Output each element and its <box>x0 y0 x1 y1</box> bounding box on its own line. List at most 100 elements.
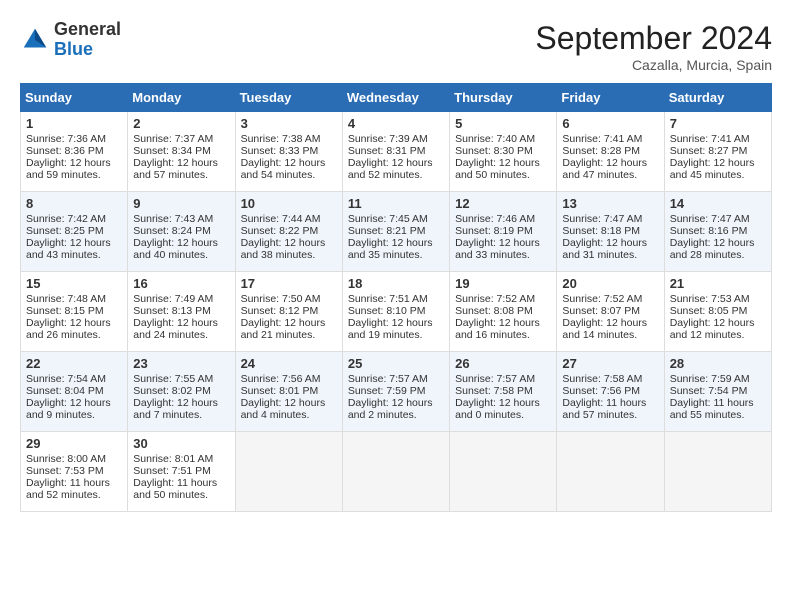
logo-icon <box>20 25 50 55</box>
sunset-text: Sunset: 8:31 PM <box>348 145 444 157</box>
calendar-cell: 7Sunrise: 7:41 AMSunset: 8:27 PMDaylight… <box>664 112 771 192</box>
day-number: 20 <box>562 276 658 291</box>
day-header-tuesday: Tuesday <box>235 84 342 112</box>
daylight-text: Daylight: 12 hours and 19 minutes. <box>348 317 444 341</box>
day-number: 25 <box>348 356 444 371</box>
sunset-text: Sunset: 8:16 PM <box>670 225 766 237</box>
sunrise-text: Sunrise: 7:53 AM <box>670 293 766 305</box>
day-number: 16 <box>133 276 229 291</box>
daylight-text: Daylight: 12 hours and 59 minutes. <box>26 157 122 181</box>
daylight-text: Daylight: 12 hours and 43 minutes. <box>26 237 122 261</box>
day-number: 5 <box>455 116 551 131</box>
daylight-text: Daylight: 12 hours and 26 minutes. <box>26 317 122 341</box>
day-number: 14 <box>670 196 766 211</box>
sunset-text: Sunset: 7:56 PM <box>562 385 658 397</box>
day-number: 23 <box>133 356 229 371</box>
sunset-text: Sunset: 8:27 PM <box>670 145 766 157</box>
calendar-cell: 13 Sunrise: 7:47 AMSunset: 8:18 PMDayligh… <box>557 192 664 272</box>
sunset-text: Sunset: 8:07 PM <box>562 305 658 317</box>
day-number: 29 <box>26 436 122 451</box>
daylight-text: Daylight: 12 hours and 31 minutes. <box>562 237 658 261</box>
week-row-4: 22Sunrise: 7:54 AMSunset: 8:04 PMDayligh… <box>21 352 772 432</box>
sunrise-text: Sunrise: 7:54 AM <box>26 373 122 385</box>
sunrise-text: Sunrise: 7:48 AM <box>26 293 122 305</box>
daylight-text: Daylight: 12 hours and 2 minutes. <box>348 397 444 421</box>
sunset-text: Sunset: 8:15 PM <box>26 305 122 317</box>
calendar-cell: 20Sunrise: 7:52 AMSunset: 8:07 PMDayligh… <box>557 272 664 352</box>
logo-general: General <box>54 20 121 40</box>
day-header-friday: Friday <box>557 84 664 112</box>
daylight-text: Daylight: 12 hours and 45 minutes. <box>670 157 766 181</box>
sunset-text: Sunset: 8:10 PM <box>348 305 444 317</box>
sunrise-text: Sunrise: 7:52 AM <box>455 293 551 305</box>
calendar-cell: 23Sunrise: 7:55 AMSunset: 8:02 PMDayligh… <box>128 352 235 432</box>
day-number: 11 <box>348 196 444 211</box>
location: Cazalla, Murcia, Spain <box>535 57 772 73</box>
day-number: 12 <box>455 196 551 211</box>
calendar-cell: 30Sunrise: 8:01 AMSunset: 7:51 PMDayligh… <box>128 432 235 512</box>
calendar-cell: 2Sunrise: 7:37 AMSunset: 8:34 PMDaylight… <box>128 112 235 192</box>
calendar-cell: 27Sunrise: 7:58 AMSunset: 7:56 PMDayligh… <box>557 352 664 432</box>
calendar-cell: 1Sunrise: 7:36 AMSunset: 8:36 PMDaylight… <box>21 112 128 192</box>
sunset-text: Sunset: 8:22 PM <box>241 225 337 237</box>
sunrise-text: Sunrise: 7:47 AM <box>562 213 658 225</box>
daylight-text: Daylight: 12 hours and 33 minutes. <box>455 237 551 261</box>
day-number: 22 <box>26 356 122 371</box>
calendar-cell: 25Sunrise: 7:57 AMSunset: 7:59 PMDayligh… <box>342 352 449 432</box>
day-number: 4 <box>348 116 444 131</box>
sunset-text: Sunset: 7:59 PM <box>348 385 444 397</box>
sunrise-text: Sunrise: 7:49 AM <box>133 293 229 305</box>
calendar-cell: 24Sunrise: 7:56 AMSunset: 8:01 PMDayligh… <box>235 352 342 432</box>
day-header-sunday: Sunday <box>21 84 128 112</box>
calendar-cell: 4Sunrise: 7:39 AMSunset: 8:31 PMDaylight… <box>342 112 449 192</box>
sunrise-text: Sunrise: 7:38 AM <box>241 133 337 145</box>
calendar-cell: 5Sunrise: 7:40 AMSunset: 8:30 PMDaylight… <box>450 112 557 192</box>
sunrise-text: Sunrise: 7:39 AM <box>348 133 444 145</box>
sunset-text: Sunset: 7:53 PM <box>26 465 122 477</box>
week-row-3: 15Sunrise: 7:48 AMSunset: 8:15 PMDayligh… <box>21 272 772 352</box>
day-number: 17 <box>241 276 337 291</box>
sunrise-text: Sunrise: 7:46 AM <box>455 213 551 225</box>
daylight-text: Daylight: 12 hours and 54 minutes. <box>241 157 337 181</box>
sunrise-text: Sunrise: 7:57 AM <box>455 373 551 385</box>
sunrise-text: Sunrise: 7:51 AM <box>348 293 444 305</box>
daylight-text: Daylight: 12 hours and 4 minutes. <box>241 397 337 421</box>
daylight-text: Daylight: 12 hours and 16 minutes. <box>455 317 551 341</box>
calendar-cell: 28Sunrise: 7:59 AMSunset: 7:54 PMDayligh… <box>664 352 771 432</box>
sunrise-text: Sunrise: 7:44 AM <box>241 213 337 225</box>
sunset-text: Sunset: 8:08 PM <box>455 305 551 317</box>
sunset-text: Sunset: 7:58 PM <box>455 385 551 397</box>
day-number: 19 <box>455 276 551 291</box>
day-number: 10 <box>241 196 337 211</box>
sunrise-text: Sunrise: 7:43 AM <box>133 213 229 225</box>
sunset-text: Sunset: 7:51 PM <box>133 465 229 477</box>
sunset-text: Sunset: 8:13 PM <box>133 305 229 317</box>
sunrise-text: Sunrise: 7:36 AM <box>26 133 122 145</box>
calendar-cell <box>450 432 557 512</box>
sunrise-text: Sunrise: 7:59 AM <box>670 373 766 385</box>
calendar-cell: 15Sunrise: 7:48 AMSunset: 8:15 PMDayligh… <box>21 272 128 352</box>
day-number: 13 <box>562 196 658 211</box>
calendar-cell <box>664 432 771 512</box>
sunset-text: Sunset: 8:05 PM <box>670 305 766 317</box>
daylight-text: Daylight: 12 hours and 9 minutes. <box>26 397 122 421</box>
sunset-text: Sunset: 8:02 PM <box>133 385 229 397</box>
calendar-cell: 12Sunrise: 7:46 AMSunset: 8:19 PMDayligh… <box>450 192 557 272</box>
sunrise-text: Sunrise: 8:01 AM <box>133 453 229 465</box>
calendar-cell: 22 Sunrise: 7:54 AMSunset: 8:04 PMDayligh… <box>21 352 128 432</box>
calendar-cell: 26Sunrise: 7:57 AMSunset: 7:58 PMDayligh… <box>450 352 557 432</box>
sunrise-text: Sunrise: 7:58 AM <box>562 373 658 385</box>
day-number: 2 <box>133 116 229 131</box>
sunset-text: Sunset: 7:54 PM <box>670 385 766 397</box>
calendar-cell <box>342 432 449 512</box>
day-number: 7 <box>670 116 766 131</box>
calendar-table: SundayMondayTuesdayWednesdayThursdayFrid… <box>20 83 772 512</box>
calendar-cell: 29Sunrise: 8:00 AMSunset: 7:53 PMDayligh… <box>21 432 128 512</box>
sunset-text: Sunset: 8:18 PM <box>562 225 658 237</box>
sunset-text: Sunset: 8:04 PM <box>26 385 122 397</box>
daylight-text: Daylight: 11 hours and 52 minutes. <box>26 477 122 501</box>
day-number: 26 <box>455 356 551 371</box>
logo: General Blue <box>20 20 121 60</box>
week-row-1: 1Sunrise: 7:36 AMSunset: 8:36 PMDaylight… <box>21 112 772 192</box>
day-number: 21 <box>670 276 766 291</box>
